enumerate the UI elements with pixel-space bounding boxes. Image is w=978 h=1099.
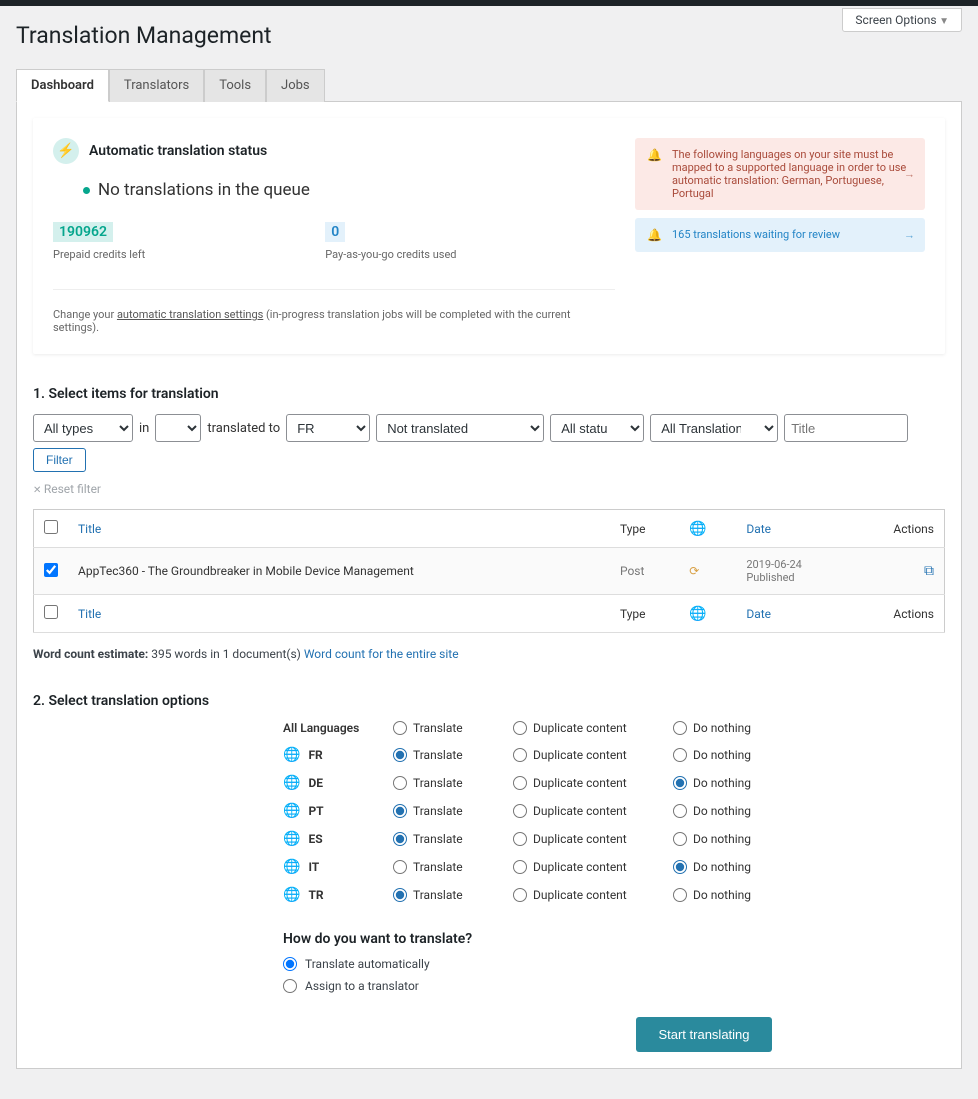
globe-icon: 🌐: [283, 747, 300, 763]
globe-icon: 🌐: [283, 775, 300, 791]
alert-info[interactable]: 🔔 165 translations waiting for review →: [635, 218, 925, 252]
page-title: Translation Management: [16, 22, 962, 49]
col-type: Type: [610, 510, 679, 548]
fr-nothing-radio[interactable]: [673, 748, 687, 762]
status-card: ⚡ Automatic translation status No transl…: [33, 118, 945, 354]
in-label: in: [139, 421, 149, 436]
queue-status-text: No translations in the queue: [98, 180, 310, 200]
item-type: Post: [610, 548, 679, 595]
es-nothing-radio[interactable]: [673, 832, 687, 846]
title-input[interactable]: [784, 414, 908, 442]
status-title: Automatic translation status: [89, 143, 267, 159]
settings-note: Change your automatic translation settin…: [53, 289, 615, 334]
how-translate-heading: How do you want to translate?: [283, 931, 945, 947]
row-checkbox[interactable]: [44, 563, 58, 577]
type-select[interactable]: All types: [33, 414, 133, 442]
action-add-icon[interactable]: ⧉: [924, 563, 934, 579]
globe-icon: 🌐: [283, 831, 300, 847]
select-all-checkbox-bottom[interactable]: [44, 605, 58, 619]
word-count: Word count estimate: 395 words in 1 docu…: [33, 647, 945, 661]
item-date: 2019-06-24: [746, 558, 841, 571]
prepaid-credits-value: 190962: [53, 222, 113, 242]
tab-translators[interactable]: Translators: [109, 69, 204, 102]
pt-nothing-radio[interactable]: [673, 804, 687, 818]
prepaid-credits-label: Prepaid credits left: [53, 248, 145, 261]
item-published: Published: [746, 571, 841, 584]
col-lang: 🌐: [679, 510, 736, 548]
tr-translate-radio[interactable]: [393, 888, 407, 902]
globe-icon: 🌐: [689, 521, 706, 537]
table-row: AppTec360 - The Groundbreaker in Mobile …: [34, 548, 945, 595]
select-all-checkbox[interactable]: [44, 520, 58, 534]
col-actions-bottom: Actions: [851, 595, 944, 633]
de-translate-radio[interactable]: [393, 776, 407, 790]
status-select[interactable]: Not translated: [376, 414, 544, 442]
fr-translate-radio[interactable]: [393, 748, 407, 762]
col-title[interactable]: Title: [68, 510, 610, 548]
dst-lang-select[interactable]: FR: [286, 414, 370, 442]
items-table: Title Type 🌐 Date Actions AppTec360 - Th…: [33, 509, 945, 633]
bell-icon: 🔔: [647, 148, 662, 162]
priorities-select[interactable]: All Translation Priorities: [650, 414, 778, 442]
it-translate-radio[interactable]: [393, 860, 407, 874]
payg-credits-label: Pay-as-you-go credits used: [325, 248, 456, 261]
screen-options-button[interactable]: Screen Options: [842, 8, 962, 32]
section2-heading: 2. Select translation options: [33, 693, 945, 709]
it-duplicate-radio[interactable]: [513, 860, 527, 874]
tr-nothing-radio[interactable]: [673, 888, 687, 902]
word-count-site-link[interactable]: Word count for the entire site: [304, 647, 459, 661]
translated-to-label: translated to: [207, 421, 280, 436]
col-type-bottom: Type: [610, 595, 679, 633]
all-languages-label: All Languages: [283, 721, 393, 735]
start-translating-button[interactable]: Start translating: [636, 1017, 771, 1052]
col-title-bottom[interactable]: Title: [68, 595, 610, 633]
all-duplicate-radio[interactable]: [513, 721, 527, 735]
globe-icon: 🌐: [283, 887, 300, 903]
item-title: AppTec360 - The Groundbreaker in Mobile …: [78, 564, 600, 578]
bell-icon: 🔔: [647, 228, 662, 242]
it-nothing-radio[interactable]: [673, 860, 687, 874]
arrow-right-icon: →: [904, 168, 915, 181]
col-date-bottom[interactable]: Date: [736, 595, 851, 633]
globe-icon: 🌐: [689, 606, 706, 622]
nav-tabs: Dashboard Translators Tools Jobs: [16, 69, 962, 102]
col-actions: Actions: [851, 510, 944, 548]
all-nothing-radio[interactable]: [673, 721, 687, 735]
bolt-icon: ⚡: [53, 138, 79, 164]
needs-update-icon[interactable]: ⟳: [689, 564, 699, 578]
alert-warning-text: The following languages on your site mus…: [672, 148, 913, 200]
fr-duplicate-radio[interactable]: [513, 748, 527, 762]
translate-auto-radio[interactable]: [283, 957, 297, 971]
alert-warning[interactable]: 🔔 The following languages on your site m…: [635, 138, 925, 210]
auto-translation-settings-link[interactable]: automatic translation settings: [117, 308, 263, 321]
de-nothing-radio[interactable]: [673, 776, 687, 790]
arrow-right-icon: →: [904, 229, 915, 242]
tab-jobs[interactable]: Jobs: [266, 69, 325, 102]
tr-duplicate-radio[interactable]: [513, 888, 527, 902]
tab-dashboard[interactable]: Dashboard: [16, 69, 109, 102]
es-translate-radio[interactable]: [393, 832, 407, 846]
section1-heading: 1. Select items for translation: [33, 386, 945, 402]
de-duplicate-radio[interactable]: [513, 776, 527, 790]
pt-duplicate-radio[interactable]: [513, 804, 527, 818]
col-date[interactable]: Date: [736, 510, 851, 548]
pt-translate-radio[interactable]: [393, 804, 407, 818]
alert-info-text: 165 translations waiting for review: [672, 228, 840, 241]
all-statuses-select[interactable]: All statuses: [550, 414, 644, 442]
globe-icon: 🌐: [283, 859, 300, 875]
filter-button[interactable]: Filter: [33, 448, 86, 472]
all-translate-radio[interactable]: [393, 721, 407, 735]
status-dot-icon: [83, 187, 90, 194]
es-duplicate-radio[interactable]: [513, 832, 527, 846]
reset-filter-link[interactable]: Reset filter: [33, 482, 101, 496]
tab-tools[interactable]: Tools: [204, 69, 266, 102]
payg-credits-value: 0: [325, 222, 345, 242]
src-lang-select[interactable]: EN: [155, 414, 201, 442]
globe-icon: 🌐: [283, 803, 300, 819]
lang-options-grid: All Languages Translate Duplicate conten…: [283, 721, 945, 903]
assign-translator-radio[interactable]: [283, 979, 297, 993]
